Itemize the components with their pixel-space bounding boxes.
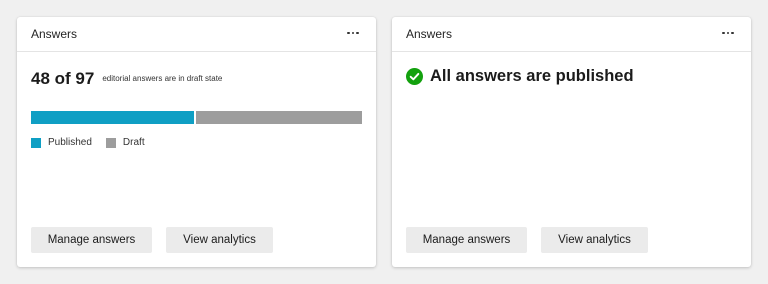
progress-draft-segment xyxy=(196,111,362,124)
progress-legend: Published Draft xyxy=(31,137,159,148)
check-circle-icon xyxy=(406,68,423,85)
published-status: All answers are published xyxy=(406,67,634,86)
manage-answers-button[interactable]: Manage answers xyxy=(406,227,527,253)
progress-published-segment xyxy=(31,111,194,124)
card-header: Answers xyxy=(17,17,376,52)
legend-label-draft: Draft xyxy=(122,137,145,148)
answers-card-draft: Answers 48 of 97 editorial answers are in… xyxy=(17,17,376,267)
card-title: Answers xyxy=(406,27,453,41)
answers-progress-bar xyxy=(31,111,362,124)
legend-item-published: Published xyxy=(31,137,92,148)
legend-item-draft: Draft xyxy=(105,137,145,148)
more-options-icon[interactable] xyxy=(717,23,739,43)
legend-swatch-draft xyxy=(105,137,116,148)
manage-answers-button[interactable]: Manage answers xyxy=(31,227,152,253)
draft-summary: 48 of 97 editorial answers are in draft s… xyxy=(31,69,222,89)
legend-label-published: Published xyxy=(48,137,92,148)
card-title: Answers xyxy=(31,27,78,41)
more-options-icon[interactable] xyxy=(342,23,364,43)
view-analytics-button[interactable]: View analytics xyxy=(166,227,273,253)
status-text: All answers are published xyxy=(430,67,634,85)
answers-card-published: Answers All answers are published Manage… xyxy=(392,17,751,267)
draft-description: editorial answers are in draft state xyxy=(102,74,223,83)
view-analytics-button[interactable]: View analytics xyxy=(541,227,648,253)
legend-swatch-published xyxy=(31,137,41,148)
card-header: Answers xyxy=(392,17,751,52)
draft-count: 48 of 97 xyxy=(31,69,95,88)
